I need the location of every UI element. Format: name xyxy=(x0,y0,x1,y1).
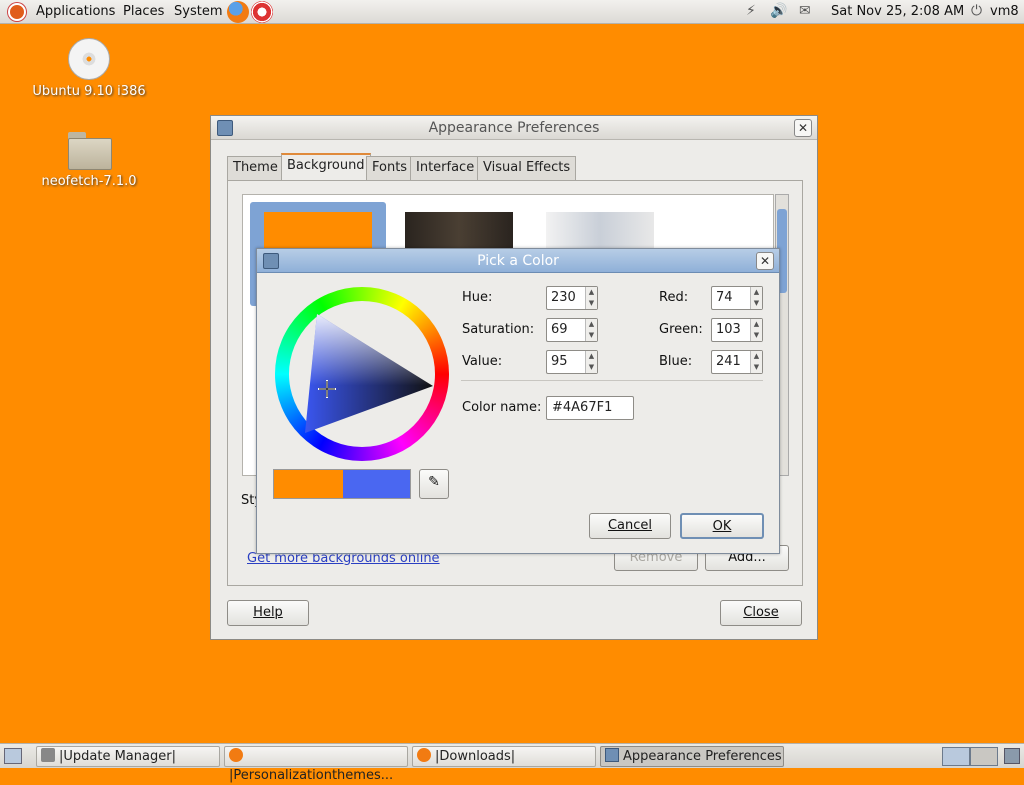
spin-arrows-icon[interactable]: ▲ ▼ xyxy=(750,287,762,309)
tab-theme[interactable]: Theme xyxy=(227,156,284,180)
green-value: 103 xyxy=(716,322,741,337)
spin-arrows-icon[interactable]: ▲ ▼ xyxy=(585,287,597,309)
close-button-label: Close xyxy=(743,605,779,620)
task-update-manager[interactable]: |Update Manager| xyxy=(36,746,220,767)
task-label: Appearance Preferences xyxy=(623,749,782,764)
eyedropper-button[interactable]: ✎ xyxy=(419,469,449,499)
volume-icon[interactable]: 🔊 xyxy=(770,3,787,19)
color-name-label: Color name: xyxy=(462,400,542,415)
desktop-icon-label: Ubuntu 9.10 i386 xyxy=(32,84,146,99)
workspace-2[interactable] xyxy=(970,747,998,766)
saturation-value: 69 xyxy=(551,322,568,337)
task-personalization-themes[interactable]: |Personalizationthemes... xyxy=(224,746,408,783)
close-window-icon[interactable]: ✕ xyxy=(794,119,812,137)
tab-visual-effects[interactable]: Visual Effects xyxy=(477,156,577,180)
places-menu[interactable]: Places xyxy=(123,4,164,19)
previous-color-swatch xyxy=(273,469,343,499)
folder-icon xyxy=(68,132,112,170)
network-icon[interactable]: ⚡ xyxy=(746,3,756,19)
hue-label: Hue: xyxy=(462,290,493,305)
bottom-panel: |Update Manager| |Personalizationthemes.… xyxy=(0,743,1024,783)
help-button[interactable]: Help xyxy=(227,600,309,626)
close-button[interactable]: Close xyxy=(720,600,802,626)
blue-value: 241 xyxy=(716,354,741,369)
window-title: Appearance Preferences xyxy=(428,120,600,136)
applications-menu[interactable]: Applications xyxy=(36,4,115,19)
crosshair-icon[interactable] xyxy=(318,380,336,398)
task-label: |Update Manager| xyxy=(59,749,176,764)
desktop-icon-ubuntu-cd[interactable]: Ubuntu 9.10 i386 xyxy=(29,38,149,99)
hue-value: 230 xyxy=(551,290,576,305)
value-label: Value: xyxy=(462,354,503,369)
cancel-button[interactable]: Cancel xyxy=(589,513,671,539)
pick-a-color-dialog: Pick a Color ✕ ✎ Hue: 230 ▲ ▼ Saturation… xyxy=(256,248,780,554)
window-titlebar[interactable]: Appearance Preferences ✕ xyxy=(211,116,817,140)
dialog-menu-icon[interactable] xyxy=(263,253,279,269)
task-label: |Downloads| xyxy=(435,749,516,764)
help-button-label: Help xyxy=(253,605,283,620)
solid-orange-thumb xyxy=(264,212,372,248)
tab-background[interactable]: Background xyxy=(281,153,371,181)
value-value: 95 xyxy=(551,354,568,369)
task-label: |Personalizationthemes... xyxy=(229,768,394,783)
firefox-icon xyxy=(229,748,243,762)
cancel-button-label: Cancel xyxy=(607,518,653,533)
trash-icon[interactable] xyxy=(1004,748,1020,764)
update-manager-icon xyxy=(41,748,55,762)
firefox-icon xyxy=(417,748,431,762)
spin-arrows-icon[interactable]: ▲ ▼ xyxy=(585,319,597,341)
user-name[interactable]: vm8 xyxy=(990,4,1019,19)
dialog-title: Pick a Color xyxy=(477,253,559,269)
blue-spinbutton[interactable]: 241 ▲ ▼ xyxy=(711,350,763,374)
red-label: Red: xyxy=(659,290,689,305)
tab-fonts[interactable]: Fonts xyxy=(366,156,414,180)
firefox-launcher-icon[interactable] xyxy=(227,1,249,23)
saturation-value-triangle[interactable] xyxy=(289,301,437,449)
spin-arrows-icon[interactable]: ▲ ▼ xyxy=(750,351,762,373)
value-spinbutton[interactable]: 95 ▲ ▼ xyxy=(546,350,598,374)
desktop-icon-neofetch[interactable]: neofetch-7.1.0 xyxy=(29,132,149,189)
eyedropper-icon: ✎ xyxy=(428,474,440,490)
ok-button-label: OK xyxy=(712,519,732,534)
top-panel: Applications Places System ⚡ 🔊 ✉ Sat Nov… xyxy=(0,0,1024,24)
power-icon[interactable]: ⏻ xyxy=(971,3,982,19)
spin-arrows-icon[interactable]: ▲ ▼ xyxy=(585,351,597,373)
task-downloads[interactable]: |Downloads| xyxy=(412,746,596,767)
appearance-icon xyxy=(605,748,619,762)
green-spinbutton[interactable]: 103 ▲ ▼ xyxy=(711,318,763,342)
show-desktop-icon[interactable] xyxy=(4,748,22,764)
red-value: 74 xyxy=(716,290,733,305)
red-spinbutton[interactable]: 74 ▲ ▼ xyxy=(711,286,763,310)
cd-icon xyxy=(68,38,110,80)
dialog-titlebar[interactable]: Pick a Color ✕ xyxy=(257,249,779,273)
blue-label: Blue: xyxy=(659,354,693,369)
saturation-label: Saturation: xyxy=(462,322,535,337)
separator xyxy=(461,380,763,381)
ok-button[interactable]: OK xyxy=(680,513,764,539)
mail-icon[interactable]: ✉ xyxy=(799,3,811,19)
background-thumb-dark[interactable] xyxy=(405,212,513,248)
green-label: Green: xyxy=(659,322,703,337)
help-launcher-icon[interactable] xyxy=(251,1,273,23)
clock[interactable]: Sat Nov 25, 2:08 AM xyxy=(831,4,964,19)
system-menu[interactable]: System xyxy=(174,4,222,19)
tab-interface[interactable]: Interface xyxy=(410,156,481,180)
desktop-icon-label: neofetch-7.1.0 xyxy=(41,174,137,189)
background-thumb-light[interactable] xyxy=(546,212,654,248)
close-dialog-icon[interactable]: ✕ xyxy=(756,252,774,270)
ubuntu-logo-icon[interactable] xyxy=(8,3,26,21)
window-menu-icon[interactable] xyxy=(217,120,233,136)
color-name-field[interactable]: #4A67F1 xyxy=(546,396,634,420)
spin-arrows-icon[interactable]: ▲ ▼ xyxy=(750,319,762,341)
saturation-spinbutton[interactable]: 69 ▲ ▼ xyxy=(546,318,598,342)
current-color-swatch xyxy=(343,469,411,499)
hue-spinbutton[interactable]: 230 ▲ ▼ xyxy=(546,286,598,310)
task-appearance-preferences[interactable]: Appearance Preferences xyxy=(600,746,784,767)
workspace-1[interactable] xyxy=(942,747,970,766)
